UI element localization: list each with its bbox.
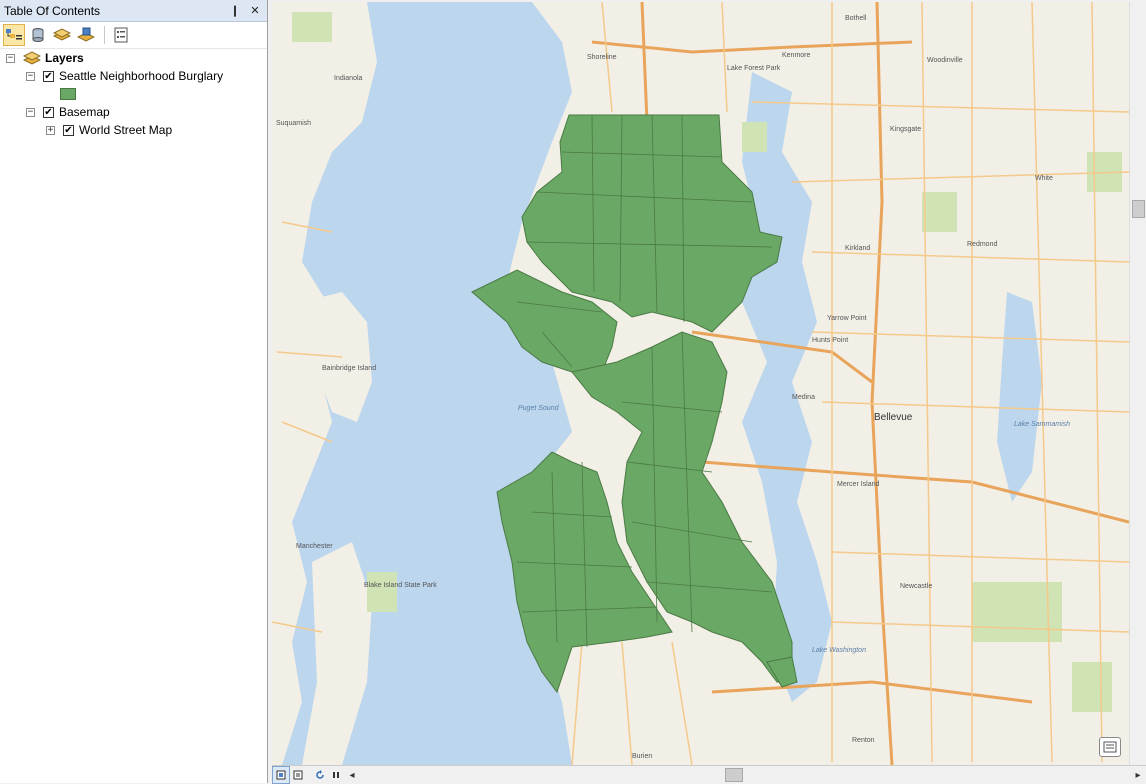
layers-label: Layers (45, 51, 84, 65)
pin-icon[interactable]: ❙ (227, 3, 243, 19)
burglary-visibility-checkbox[interactable]: ✔ (43, 70, 54, 82)
toc-toolbar (0, 22, 267, 49)
map-label-bellevue: Bellevue (874, 412, 913, 423)
vertical-scroll-thumb[interactable] (1132, 200, 1145, 218)
options-icon (114, 27, 128, 43)
tree-layer-burglary[interactable]: − ✔ Seattle Neighborhood Burglary (26, 67, 223, 85)
close-icon[interactable]: ✕ (247, 3, 263, 19)
list-by-source-icon (32, 28, 44, 42)
map-label-kenmore: Kenmore (782, 52, 811, 59)
map-label-bothell: Bothell (845, 15, 867, 22)
list-by-drawing-order-icon (6, 29, 22, 40)
map-label-mercer-island: Mercer Island (837, 481, 880, 488)
map-canvas[interactable]: Shoreline Kenmore Bothell Woodinville La… (272, 2, 1129, 765)
map-label-kingsgate: Kingsgate (890, 126, 921, 133)
vertical-scrollbar[interactable] (1129, 2, 1146, 765)
list-by-selection-icon (77, 27, 95, 42)
map-label-renton: Renton (852, 737, 875, 744)
pause-drawing-button[interactable] (328, 767, 344, 783)
expand-world-street-map-icon[interactable]: + (46, 125, 55, 135)
list-by-source-button[interactable] (27, 24, 49, 46)
map-status-scrollbar: ◂ ▸ (272, 765, 1146, 784)
map-label-manchester: Manchester (296, 543, 333, 550)
map-label-burien: Burien (632, 753, 652, 760)
collapse-burglary-icon[interactable]: − (26, 71, 35, 81)
overview-toggle-button[interactable] (1099, 737, 1121, 757)
burglary-layer-label[interactable]: Seattle Neighborhood Burglary (59, 69, 223, 83)
map-label-newcastle: Newcastle (900, 583, 932, 590)
burglary-symbol-swatch[interactable] (60, 88, 76, 100)
refresh-icon (316, 770, 324, 779)
tree-group-basemap[interactable]: − ✔ Basemap (26, 103, 110, 121)
tree-root-layers[interactable]: − Layers (6, 49, 84, 67)
collapse-layers-icon[interactable]: − (6, 53, 15, 63)
collapse-basemap-icon[interactable]: − (26, 107, 35, 117)
map-label-suquamish: Suquamish (276, 120, 311, 127)
map-label-white: White (1035, 175, 1053, 182)
horizontal-scroll-track[interactable] (360, 768, 1130, 782)
map-label-bainbridge-island: Bainbridge Island (322, 365, 376, 372)
pause-icon (333, 772, 339, 778)
list-by-drawing-order-button[interactable] (3, 24, 25, 46)
map-label-yarrow-point: Yarrow Point (827, 315, 867, 322)
map-label-kirkland: Kirkland (845, 245, 870, 252)
burglary-legend-row (60, 85, 76, 103)
map-label-indianola: Indianola (334, 75, 363, 82)
layout-view-button[interactable] (290, 767, 306, 783)
panel-title: Table Of Contents (4, 3, 101, 18)
scroll-right-arrow-icon[interactable]: ▸ (1130, 767, 1146, 783)
map-label-shoreline: Shoreline (587, 54, 617, 61)
world-street-map-visibility-checkbox[interactable]: ✔ (63, 124, 74, 136)
list-by-visibility-icon (53, 28, 71, 41)
map-view[interactable]: Shoreline Kenmore Bothell Woodinville La… (272, 2, 1129, 765)
map-label-hunts-point: Hunts Point (812, 337, 848, 344)
map-label-medina: Medina (792, 394, 815, 401)
overview-icon (1103, 741, 1117, 753)
table-of-contents-panel: Table Of Contents ❙ ✕ − Layers − ✔ Seatt… (0, 0, 268, 783)
map-label-lake-washington: Lake Washington (812, 647, 866, 654)
scroll-left-arrow-icon[interactable]: ◂ (344, 767, 360, 783)
map-label-puget-sound: Puget Sound (518, 405, 560, 412)
panel-title-bar: Table Of Contents ❙ ✕ (0, 0, 267, 22)
list-by-selection-button[interactable] (75, 24, 97, 46)
data-view-icon (276, 770, 286, 780)
layout-view-icon (293, 770, 303, 780)
map-label-redmond: Redmond (967, 241, 997, 248)
tree-layer-world-street-map[interactable]: + ✔ World Street Map (46, 121, 172, 139)
list-by-visibility-button[interactable] (51, 24, 73, 46)
refresh-button[interactable] (312, 767, 328, 783)
layers-icon (23, 51, 41, 65)
horizontal-scroll-thumb[interactable] (725, 768, 743, 782)
toolbar-separator (104, 26, 105, 44)
data-view-button[interactable] (272, 766, 290, 784)
options-button[interactable] (110, 24, 132, 46)
basemap-visibility-checkbox[interactable]: ✔ (43, 106, 54, 118)
map-label-lake-forest-park: Lake Forest Park (727, 65, 781, 72)
basemap-label[interactable]: Basemap (59, 105, 110, 119)
map-label-blake-island: Blake Island State Park (364, 582, 437, 589)
map-label-woodinville: Woodinville (927, 57, 963, 64)
world-street-map-label[interactable]: World Street Map (79, 123, 172, 137)
map-label-lake-sammamish: Lake Sammamish (1014, 421, 1070, 428)
